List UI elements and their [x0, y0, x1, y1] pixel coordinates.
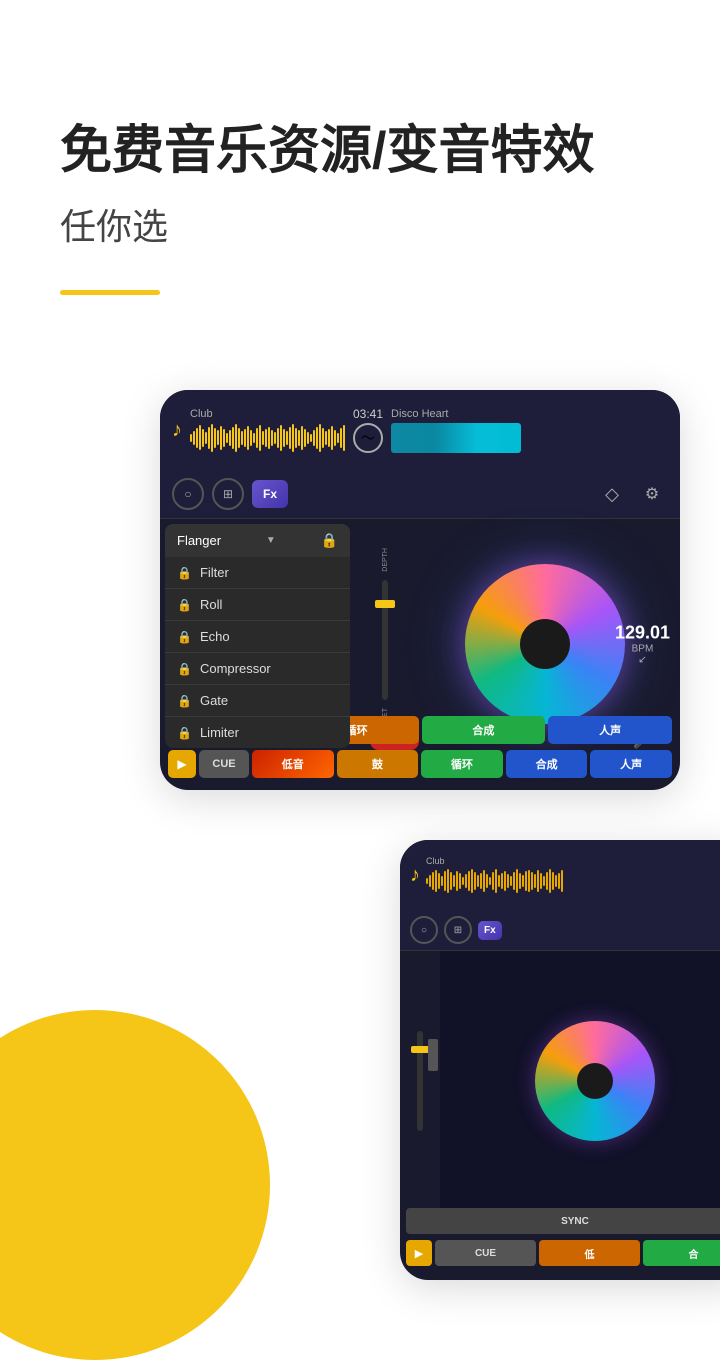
fx-label-limiter: Limiter: [200, 725, 239, 740]
eq-control-btn[interactable]: ⊞: [212, 478, 244, 510]
pad-drum-2[interactable]: 鼓: [337, 750, 419, 778]
main-title: 免费音乐资源/变音特效: [60, 120, 660, 182]
depth-label: DEPTH: [382, 548, 389, 572]
pads-row-2: ▶ CUE 低音 鼓 循环 合成 人声: [160, 750, 680, 778]
fader-handle[interactable]: [375, 600, 395, 608]
eq-btn-2[interactable]: ⊞: [444, 916, 472, 944]
device-mockup-1: ♪ Club: [160, 390, 680, 790]
volume-side-2: [428, 1039, 438, 1081]
play-button[interactable]: ▶: [168, 750, 196, 778]
lock-icon-roll: 🔒: [177, 598, 192, 612]
dj-interface-1: ♪ Club: [160, 390, 680, 790]
track-name-right: Disco Heart: [391, 408, 521, 420]
dj-controls-1: ○ ⊞ Fx ◇ ⚙: [160, 470, 680, 519]
time-display: 03:41: [353, 407, 383, 421]
lock-icon-echo: 🔒: [177, 630, 192, 644]
fx-label-filter: Filter: [200, 565, 229, 580]
fx-dropdown[interactable]: Flanger ▼ 🔒 🔒 Filter 🔒 Roll 🔒 Echo: [165, 524, 350, 748]
fx-label-gate: Gate: [200, 693, 228, 708]
pad-synth[interactable]: 合成: [422, 716, 546, 744]
pad-bass[interactable]: 低音: [252, 750, 334, 778]
lock-icon-limiter: 🔒: [177, 726, 192, 740]
pad-vocal-2[interactable]: 人声: [590, 750, 672, 778]
waveform-right: [391, 423, 521, 453]
heartbeat-icon: 〜: [353, 423, 383, 453]
pad-d2-1[interactable]: 低: [539, 1240, 640, 1266]
fx-item-compressor[interactable]: 🔒 Compressor: [165, 653, 350, 685]
lock-icon-gate: 🔒: [177, 694, 192, 708]
turntable-disk[interactable]: [465, 564, 625, 724]
pad-d2-2[interactable]: 合: [643, 1240, 720, 1266]
fader-track-2[interactable]: [417, 1031, 423, 1131]
yellow-divider: [60, 290, 160, 295]
cue-button-d2[interactable]: CUE: [435, 1240, 536, 1266]
waveform-2: [426, 868, 720, 894]
music-note-icon: ♪: [172, 419, 182, 442]
circle-btn-2[interactable]: ○: [410, 916, 438, 944]
fx-label-compressor: Compressor: [200, 661, 271, 676]
bpm-arrow-icon: ↙: [615, 655, 670, 666]
waveform-left: [190, 423, 345, 453]
sync-button[interactable]: SYNC: [406, 1208, 720, 1234]
device-mockup-2: ♪ Club: [400, 840, 720, 1280]
dropdown-arrow-icon: ▼: [266, 535, 276, 546]
fx-label-echo: Echo: [200, 629, 230, 644]
fx-button[interactable]: Fx: [252, 480, 288, 508]
track-name-left: Club: [190, 408, 345, 420]
fx-item-filter[interactable]: 🔒 Filter: [165, 557, 350, 589]
bpm-label: BPM: [615, 644, 670, 655]
dj-interface-2: ♪ Club: [400, 840, 720, 1280]
pads-row-1-d2: SYNC: [400, 1208, 720, 1234]
cue-button[interactable]: CUE: [199, 750, 249, 778]
turntable-disk-2[interactable]: [535, 1021, 655, 1141]
pad-loop-2[interactable]: 循环: [421, 750, 503, 778]
dj-left-panel: Flanger ▼ 🔒 🔒 Filter 🔒 Roll 🔒 Echo: [160, 519, 360, 769]
play-button-d2[interactable]: ▶: [406, 1240, 432, 1266]
track-name-2: Club: [426, 856, 720, 866]
lock-icon: 🔒: [321, 532, 338, 549]
fader-handle-2[interactable]: [411, 1046, 429, 1053]
fx-selected-label: Flanger: [177, 533, 221, 548]
lock-icon-compressor: 🔒: [177, 662, 192, 676]
settings-btn[interactable]: ⚙: [636, 478, 668, 510]
sub-title: 任你选: [60, 198, 660, 250]
fx-item-roll[interactable]: 🔒 Roll: [165, 589, 350, 621]
dj-topbar-1: ♪ Club: [160, 390, 680, 470]
header-section: 免费音乐资源/变音特效 任你选: [0, 0, 720, 250]
pad-vocal[interactable]: 人声: [548, 716, 672, 744]
vol-btn-2-1[interactable]: [428, 1039, 438, 1071]
diamond-btn[interactable]: ◇: [596, 478, 628, 510]
lock-icon-filter: 🔒: [177, 566, 192, 580]
music-note-icon-2: ♪: [410, 864, 420, 887]
dj-topbar-2: ♪ Club: [400, 840, 720, 910]
pads-row-2-d2: ▶ CUE 低 合: [400, 1240, 720, 1266]
bpm-number: 129.01: [615, 623, 670, 644]
fx-item-gate[interactable]: 🔒 Gate: [165, 685, 350, 717]
circle-control-btn[interactable]: ○: [172, 478, 204, 510]
fx-label-roll: Roll: [200, 597, 222, 612]
fx-item-echo[interactable]: 🔒 Echo: [165, 621, 350, 653]
fx-item-limiter[interactable]: 🔒 Limiter: [165, 717, 350, 748]
fader-track[interactable]: [382, 580, 388, 700]
pad-synth-2[interactable]: 合成: [506, 750, 588, 778]
turntable-section-2: [440, 951, 720, 1211]
dj-main-area-2: [400, 951, 720, 1211]
bpm-display: 129.01 BPM ↙: [615, 623, 670, 666]
dj-controls-2: ○ ⊞ Fx: [400, 910, 720, 951]
fx-dropdown-header[interactable]: Flanger ▼ 🔒: [165, 524, 350, 557]
yellow-circle-decoration: [0, 1010, 270, 1360]
dj-center-fader-2: [400, 951, 440, 1211]
fx-btn-2[interactable]: Fx: [478, 921, 502, 940]
